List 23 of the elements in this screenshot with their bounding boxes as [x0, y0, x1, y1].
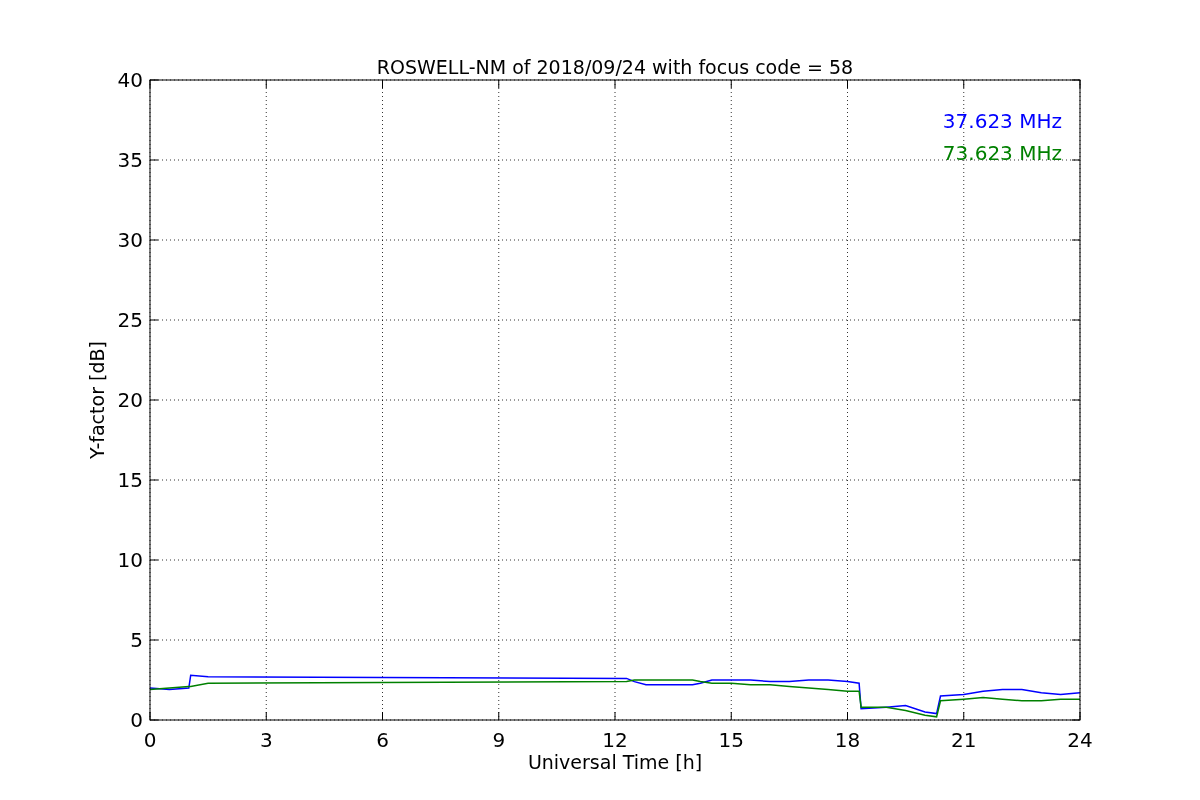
legend-label: 37.623 MHz — [942, 109, 1062, 133]
x-tick-label: 0 — [143, 728, 157, 752]
y-tick-label: 0 — [130, 708, 143, 732]
y-tick-label: 40 — [117, 68, 143, 92]
x-tick-label: 3 — [259, 728, 273, 752]
x-tick-label: 21 — [951, 728, 977, 752]
x-axis-label: Universal Time [h] — [527, 751, 703, 773]
x-tick-label: 12 — [602, 728, 628, 752]
x-tick-label: 9 — [492, 728, 506, 752]
y-tick-label: 10 — [117, 548, 143, 572]
x-tick-label: 6 — [376, 728, 389, 752]
y-tick-label: 30 — [117, 228, 143, 252]
y-tick-label: 35 — [117, 148, 143, 172]
y-axis-label: Y-factor [dB] — [86, 341, 108, 459]
chart-title: ROSWELL-NM of 2018/09/24 with focus code = 58 — [376, 56, 854, 78]
y-tick-label: 5 — [130, 628, 143, 652]
x-tick-label: 24 — [1067, 728, 1093, 752]
x-tick-label: 18 — [834, 728, 861, 752]
y-tick-label: 25 — [117, 308, 143, 332]
y-tick-label: 20 — [117, 388, 143, 412]
y-tick-label: 15 — [117, 468, 143, 492]
legend-label: 73.623 MHz — [942, 141, 1062, 165]
x-tick-label: 15 — [718, 728, 744, 752]
